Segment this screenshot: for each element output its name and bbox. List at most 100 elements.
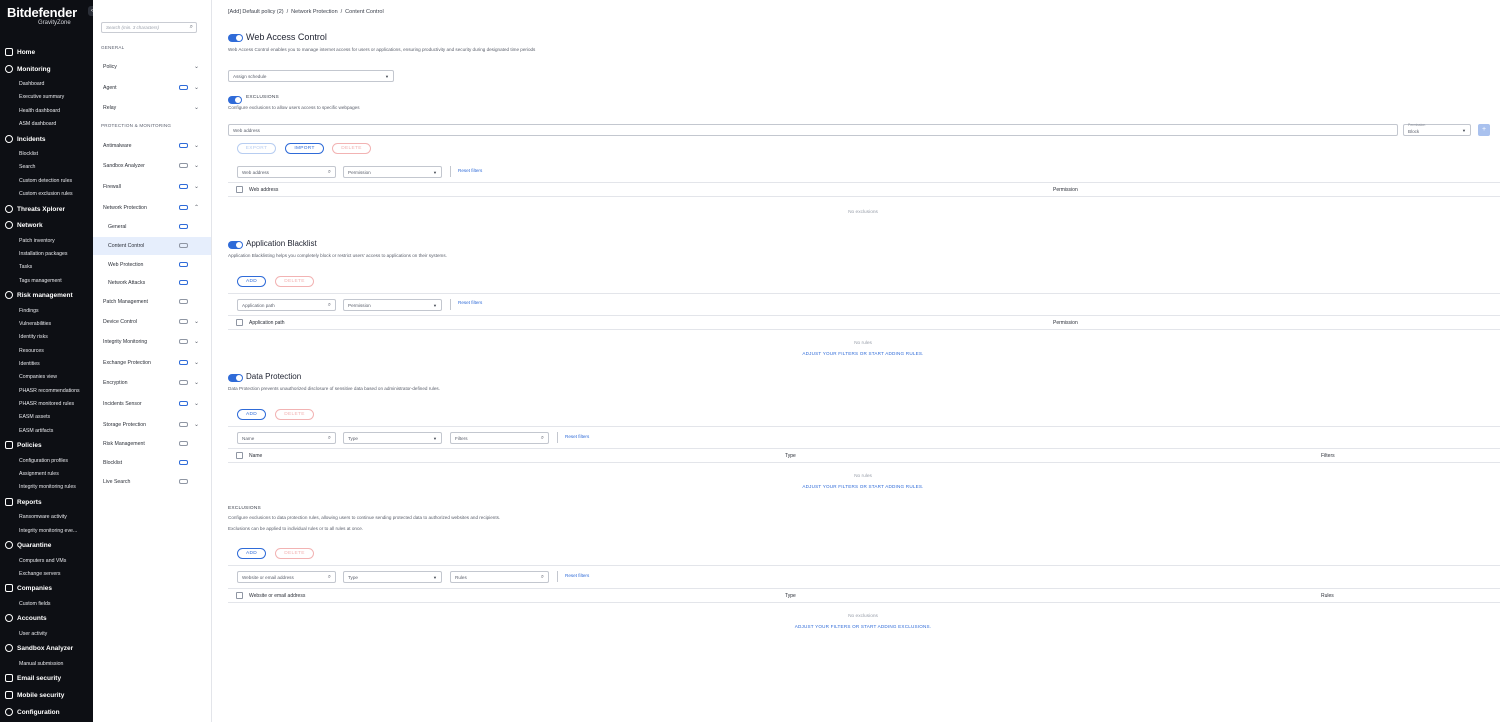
- delete-button[interactable]: DELETE: [275, 409, 314, 420]
- nav-item-home[interactable]: Home: [5, 48, 35, 56]
- delete-button[interactable]: DELETE: [332, 143, 371, 154]
- nav-item-mobile-security[interactable]: Mobile security: [5, 691, 64, 699]
- nav-sub-ransomware-activity[interactable]: Ransomware activity: [19, 514, 67, 520]
- nav-sub-blocklist[interactable]: Blocklist: [19, 151, 38, 157]
- nav-sub-resources[interactable]: Resources: [19, 348, 44, 354]
- import-button[interactable]: IMPORT: [285, 143, 324, 154]
- side-item-device-control[interactable]: Device Control ⌄: [93, 313, 211, 331]
- side-item-antimalware[interactable]: Antimalware ⌄: [93, 137, 211, 155]
- nav-sub-easm-assets[interactable]: EASM assets: [19, 414, 50, 420]
- side-item-blocklist[interactable]: Blocklist: [93, 454, 211, 472]
- data-protection-toggle[interactable]: [228, 374, 243, 382]
- nav-sub-tasks[interactable]: Tasks: [19, 264, 32, 270]
- side-item-network-protection[interactable]: Network Protection ⌃: [93, 199, 211, 217]
- reset-filters-link[interactable]: Reset filters: [458, 168, 482, 173]
- add-exclusion-button[interactable]: +: [1478, 124, 1490, 136]
- filter-filters[interactable]: Filters ⌕: [450, 432, 549, 444]
- side-item-exchange-protection[interactable]: Exchange Protection ⌄: [93, 354, 211, 372]
- nav-sub-configuration-profiles[interactable]: Configuration profiles: [19, 458, 68, 464]
- side-item-sandbox-analyzer[interactable]: Sandbox Analyzer ⌄: [93, 157, 211, 175]
- side-item-patch-management[interactable]: Patch Management: [93, 293, 211, 311]
- nav-item-email-security[interactable]: Email security: [5, 674, 61, 682]
- application-blacklist-toggle[interactable]: [228, 241, 243, 249]
- filter-type[interactable]: Type ▼: [343, 571, 442, 583]
- nav-item-threats-xplorer[interactable]: Threats Xplorer: [5, 205, 65, 213]
- filter-rules[interactable]: Rules ⌕: [450, 571, 549, 583]
- col-permission[interactable]: Permission: [1053, 320, 1078, 326]
- export-button[interactable]: EXPORT: [237, 143, 276, 154]
- filter-permission[interactable]: Permission ▼: [343, 299, 442, 311]
- nav-sub-findings[interactable]: Findings: [19, 308, 39, 314]
- nav-item-risk-management[interactable]: Risk management: [5, 291, 73, 299]
- nav-item-incidents[interactable]: Incidents: [5, 135, 46, 143]
- assign-schedule-select[interactable]: Assign schedule ▼: [228, 70, 394, 82]
- nav-sub-easm-artifacts[interactable]: EASM artifacts: [19, 428, 53, 434]
- nav-sub-vulnerabilities[interactable]: Vulnerabilities: [19, 321, 51, 327]
- empty-state-link[interactable]: ADJUST YOUR FILTERS OR START ADDING RULE…: [228, 351, 1498, 356]
- nav-sub-phasr-monitored-rules[interactable]: PHASR monitored rules: [19, 401, 74, 407]
- filter-permission[interactable]: Permission ▼: [343, 166, 442, 178]
- side-item-risk-management[interactable]: Risk Management: [93, 435, 211, 453]
- nav-sub-computers-and-vms[interactable]: Computers and VMs: [19, 558, 66, 564]
- empty-state-link[interactable]: ADJUST YOUR FILTERS OR START ADDING EXCL…: [228, 624, 1498, 629]
- nav-item-policies[interactable]: Policies: [5, 441, 42, 449]
- nav-sub-identities[interactable]: Identities: [19, 361, 40, 367]
- side-item-integrity-monitoring[interactable]: Integrity Monitoring ⌄: [93, 333, 211, 351]
- filter-name[interactable]: Name ⌕: [237, 432, 336, 444]
- section-search-input[interactable]: Search (min. 3 characters) ⌕: [101, 22, 197, 33]
- nav-sub-search[interactable]: Search: [19, 164, 35, 170]
- nav-sub-dashboard[interactable]: Dashboard: [19, 81, 44, 87]
- filter-application-path[interactable]: Application path ⌕: [237, 299, 336, 311]
- side-item-storage-protection[interactable]: Storage Protection ⌄: [93, 416, 211, 434]
- nav-sub-companies-view[interactable]: Companies view: [19, 374, 57, 380]
- nav-sub-custom-exclusion-rules[interactable]: Custom exclusion rules: [19, 191, 73, 197]
- side-item-general[interactable]: General: [93, 218, 211, 236]
- side-item-policy[interactable]: Policy ⌄: [93, 58, 211, 76]
- col-type[interactable]: Type: [785, 453, 796, 459]
- nav-sub-user-activity[interactable]: User activity: [19, 631, 47, 637]
- nav-item-configuration[interactable]: Configuration: [5, 708, 60, 716]
- brand-logo[interactable]: Bitdefender: [7, 5, 77, 20]
- nav-item-accounts[interactable]: Accounts: [5, 614, 47, 622]
- nav-sub-phasr-recommendations[interactable]: PHASR recommendations: [19, 388, 80, 394]
- nav-sub-custom-detection-rules[interactable]: Custom detection rules: [19, 178, 72, 184]
- add-button[interactable]: ADD: [237, 548, 266, 559]
- col-permission[interactable]: Permission: [1053, 187, 1078, 193]
- col-application-path[interactable]: Application path: [249, 320, 285, 326]
- side-item-relay[interactable]: Relay ⌄: [93, 99, 211, 117]
- filter-web-address[interactable]: Web address ⌕: [237, 166, 336, 178]
- breadcrumb-policy[interactable]: [Add] Default policy (2): [228, 9, 284, 15]
- side-item-agent[interactable]: Agent ⌄: [93, 79, 211, 97]
- nav-item-companies[interactable]: Companies: [5, 584, 52, 592]
- web-access-control-toggle[interactable]: [228, 34, 243, 42]
- nav-item-sandbox-analyzer[interactable]: Sandbox Analyzer: [5, 644, 73, 652]
- permission-select[interactable]: Permission Block ▼: [1403, 123, 1471, 136]
- select-all-checkbox[interactable]: [236, 452, 243, 459]
- nav-sub-exchange-servers[interactable]: Exchange servers: [19, 571, 61, 577]
- select-all-checkbox[interactable]: [236, 319, 243, 326]
- side-item-incidents-sensor[interactable]: Incidents Sensor ⌄: [93, 395, 211, 413]
- col-rules[interactable]: Rules: [1321, 593, 1334, 599]
- select-all-checkbox[interactable]: [236, 592, 243, 599]
- delete-button[interactable]: DELETE: [275, 548, 314, 559]
- col-filters[interactable]: Filters: [1321, 453, 1335, 459]
- nav-item-network[interactable]: Network: [5, 221, 43, 229]
- select-all-checkbox[interactable]: [236, 186, 243, 193]
- filter-type[interactable]: Type ▼: [343, 432, 442, 444]
- exclusions-toggle[interactable]: [228, 96, 242, 104]
- nav-item-reports[interactable]: Reports: [5, 498, 42, 506]
- col-website-or-email[interactable]: Website or email address: [249, 593, 305, 599]
- nav-sub-tags-management[interactable]: Tags management: [19, 278, 62, 284]
- col-name[interactable]: Name: [249, 453, 262, 459]
- nav-item-quarantine[interactable]: Quarantine: [5, 541, 51, 549]
- nav-sub-integrity-monitoring-rules[interactable]: Integrity monitoring rules: [19, 484, 76, 490]
- side-item-encryption[interactable]: Encryption ⌄: [93, 374, 211, 392]
- reset-filters-link[interactable]: Reset filters: [565, 573, 589, 578]
- nav-sub-integrity-monitoring-events[interactable]: Integrity monitoring eve...: [19, 528, 77, 534]
- nav-sub-identity-risks[interactable]: Identity risks: [19, 334, 48, 340]
- nav-sub-manual-submission[interactable]: Manual submission: [19, 661, 63, 667]
- side-item-web-protection[interactable]: Web Protection: [93, 256, 211, 274]
- filter-website-or-email[interactable]: Website or email address ⌕: [237, 571, 336, 583]
- add-button[interactable]: ADD: [237, 276, 266, 287]
- nav-item-monitoring[interactable]: Monitoring: [5, 65, 51, 73]
